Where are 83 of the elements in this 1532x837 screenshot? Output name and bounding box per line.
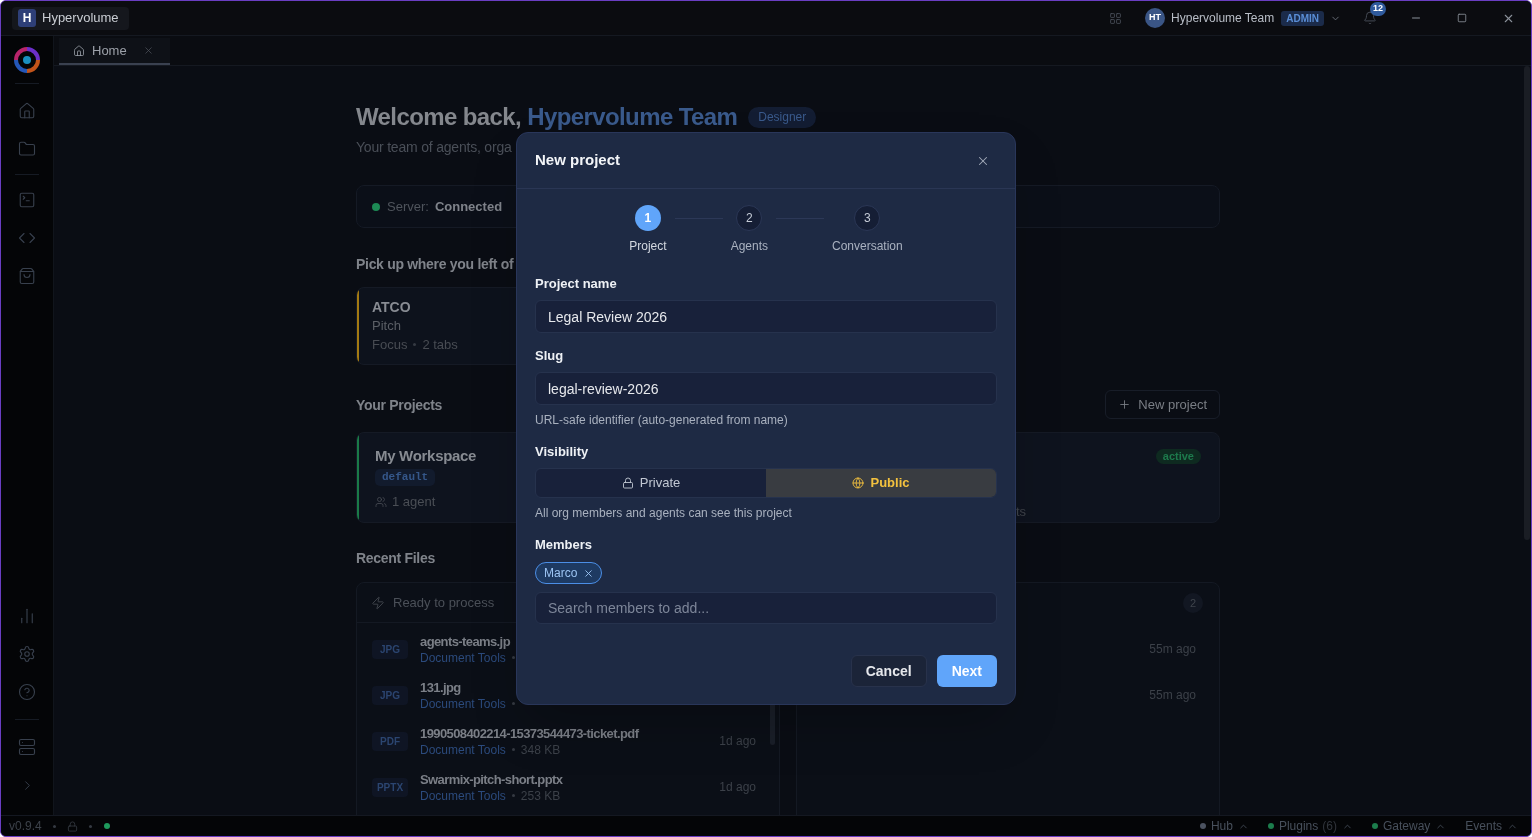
panel-title: Ready to process [393,593,495,612]
role-badge: Designer [748,106,817,128]
version-text: v0.9.4 [9,818,42,835]
tag-badge: default [375,469,436,486]
field-label: Visibility [535,444,589,460]
globe-icon [852,477,865,489]
step-label: Project [629,239,667,253]
role-badge: ADMIN [1281,10,1324,26]
field-label: Slug [535,348,564,364]
member-search-input[interactable]: Search members to add... [535,592,997,624]
user-name: Hypervolume Team [527,102,738,132]
field-label: Project name [535,276,617,292]
member-chip[interactable]: Marco [535,562,603,584]
tab[interactable]: Home [59,38,170,65]
step-number[interactable]: 1 [634,205,661,231]
step-label: Agents [730,239,768,253]
user-name[interactable]: Hypervolume Team [1171,9,1275,27]
file-type-badge: JPG [372,639,408,659]
step-number[interactable]: 3 [854,205,881,231]
file-type-badge: PPTX [372,777,408,797]
section-title: Pick up where you left of [356,255,514,274]
next-button[interactable]: Next [936,655,997,687]
lightning-icon [371,595,385,610]
lock-icon [621,477,634,489]
plus-icon [1118,398,1132,411]
welcome-heading: Welcome back, [356,102,522,132]
scrollbar-thumb[interactable] [1523,66,1530,540]
server-icon[interactable] [18,738,36,756]
notification-badge: 12 [1370,2,1386,16]
new-project-button[interactable]: New project [1105,390,1220,419]
home-icon [73,44,85,57]
server-status-text: Connected [434,197,503,216]
home-icon[interactable] [18,102,36,120]
status-item[interactable]: Hub [1210,817,1233,835]
project-name-input[interactable]: Legal Review 2026 [535,300,997,333]
file-name[interactable]: Swarmix-pitch-short.pptx [420,770,563,788]
shopping-bag-icon[interactable] [18,267,36,285]
card-subtitle: Pitch [372,317,401,335]
subtitle: Your team of agents, orga [356,138,512,157]
folder-icon[interactable] [18,140,36,158]
dialog-title: New project [535,150,621,171]
help-icon[interactable] [18,683,36,701]
hint-text: All org members and agents can see this project [535,506,792,520]
bell-icon[interactable] [1363,11,1377,25]
step-label: Conversation [832,239,903,253]
visibility-option[interactable]: Public [766,469,996,497]
cancel-button[interactable]: Cancel [850,655,927,687]
bar-chart-icon[interactable] [18,607,36,625]
server-label: Server: [387,197,429,216]
app-name: Hypervolume [42,9,120,28]
status-item[interactable]: Gateway [1382,817,1431,835]
slug-input[interactable]: legal-review-2026 [535,372,997,405]
file-name[interactable]: agents-teams.jp [420,632,510,650]
file-type-badge: PDF [372,731,408,751]
file-type-badge: JPG [372,685,408,705]
grid-icon[interactable] [1109,11,1123,25]
mode-text: Focus [372,336,408,354]
hint-text: URL-safe identifier (auto-generated from name) [535,413,788,427]
field-label: Members [535,537,593,553]
logo-badge: H [18,9,36,27]
project-name: My Workspace [375,446,477,466]
logo-icon[interactable] [14,47,40,73]
tab-label: Home [92,41,127,60]
file-name[interactable]: 1990508402214-15373544473-ticket.pdf [420,724,639,742]
step-number[interactable]: 2 [736,205,763,231]
maximize-icon[interactable] [1457,13,1467,23]
app-switcher[interactable]: H Hypervolume [12,6,129,30]
avatar[interactable]: HT [1145,8,1166,28]
remove-icon[interactable] [583,567,595,579]
file-name[interactable]: 131.jpg [420,678,461,696]
status-item[interactable]: Plugins [1278,817,1319,835]
terminal-icon[interactable] [18,191,36,209]
users-icon [375,496,387,508]
section-title: Recent Files [356,549,435,568]
agent-count: 1 agent [392,493,436,511]
card-title: ATCO [372,298,411,316]
settings-icon[interactable] [18,645,36,663]
visibility-option[interactable]: Private [536,469,766,497]
tabs-count: 2 tabs [422,336,458,354]
status-item[interactable]: Events [1465,817,1502,835]
status-badge: active [1155,448,1201,464]
lock-icon[interactable] [66,820,78,832]
section-title: Your Projects [356,395,443,415]
